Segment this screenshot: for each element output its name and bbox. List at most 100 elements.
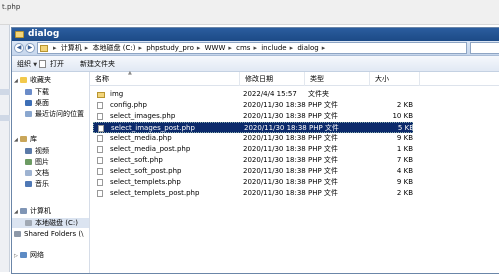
file-row[interactable]: config.php 2020/11/30 18:38 PHP 文件 2 KB	[93, 100, 413, 111]
php-file-icon	[97, 135, 103, 142]
nav-videos[interactable]: 视频	[25, 146, 49, 156]
chevron-right-icon[interactable]: ▸	[197, 44, 201, 52]
file-name: select_templets_post.php	[110, 189, 200, 197]
folder-icon	[15, 31, 24, 38]
chevron-right-icon[interactable]: ▸	[138, 44, 142, 52]
file-modified: 2020/11/30 18:38	[243, 189, 306, 197]
address-field[interactable]: ▸ 计算机 ▸ 本地磁盘 (C:) ▸ phpstudy_pro ▸ WWW ▸ cms…	[37, 42, 467, 54]
nav-label: 视频	[35, 147, 49, 155]
nav-shared-folders[interactable]: Shared Folders (\	[14, 229, 83, 239]
chevron-right-icon[interactable]: ▸	[290, 44, 294, 52]
nav-libraries[interactable]: ◢ 库	[14, 134, 37, 144]
crumb-www[interactable]: WWW	[205, 44, 226, 52]
file-size: 7 KB	[396, 156, 413, 164]
forward-icon[interactable]: ▶	[25, 43, 35, 53]
nav-documents[interactable]: 文档	[25, 168, 49, 178]
nav-label: Shared Folders (\	[24, 230, 84, 238]
nav-label: 计算机	[30, 207, 51, 215]
background-window-left	[0, 25, 10, 272]
computer-icon	[20, 208, 27, 214]
file-type: PHP 文件	[308, 178, 338, 186]
php-file-icon	[97, 190, 103, 197]
file-type: 文件夹	[308, 90, 329, 98]
file-type: PHP 文件	[308, 145, 338, 153]
file-size: 4 KB	[396, 167, 413, 175]
chevron-right-icon[interactable]: ▸	[228, 44, 232, 52]
column-header: ▲ 名称 修改日期 类型 大小	[90, 70, 499, 86]
crumb-local-disk[interactable]: 本地磁盘 (C:)	[93, 44, 136, 52]
file-row[interactable]: select_media_post.php 2020/11/30 18:38 PHP…	[93, 144, 413, 155]
file-type: PHP 文件	[308, 112, 338, 120]
crumb-phpstudy[interactable]: phpstudy_pro	[146, 44, 194, 52]
column-type[interactable]: 类型	[305, 72, 370, 86]
file-type: PHP 文件	[308, 167, 338, 175]
document-icon	[25, 170, 32, 176]
background-window-top: t.php	[0, 0, 499, 25]
file-type: PHP 文件	[308, 101, 338, 109]
nav-local-disk[interactable]: 本地磁盘 (C:)	[12, 218, 89, 228]
title-bar[interactable]: dialog	[12, 28, 499, 41]
nav-label: 最近访问的位置	[35, 110, 84, 118]
nav-music[interactable]: 音乐	[25, 179, 49, 189]
chevron-right-icon: ▸	[53, 44, 57, 52]
file-row[interactable]: select_soft.php 2020/11/30 18:38 PHP 文件 7 K…	[93, 155, 413, 166]
crumb-computer[interactable]: 计算机	[61, 44, 82, 52]
column-name[interactable]: 名称	[90, 72, 240, 86]
toolbar: 组织 ▼ 打开 新建文件夹	[12, 56, 499, 72]
download-icon	[25, 89, 32, 95]
breadcrumb: ▸ 计算机 ▸ 本地磁盘 (C:) ▸ phpstudy_pro ▸ WWW ▸ cms…	[51, 44, 327, 53]
nav-favorites[interactable]: ◢ 收藏夹	[14, 75, 51, 85]
nav-computer[interactable]: ◢ 计算机	[14, 206, 51, 216]
nav-label: 下载	[35, 88, 49, 96]
file-name: select_images.php	[110, 112, 176, 120]
column-size[interactable]: 大小	[370, 72, 420, 86]
background-title-fragment: t.php	[2, 3, 21, 11]
back-icon[interactable]: ◀	[14, 43, 24, 53]
file-row[interactable]: select_media.php 2020/11/30 18:38 PHP 文件 9 …	[93, 133, 413, 144]
nav-label: 图片	[35, 158, 49, 166]
picture-icon	[25, 159, 32, 165]
drive-icon	[25, 220, 32, 226]
php-file-icon	[97, 179, 103, 186]
chevron-right-icon[interactable]: ▸	[322, 44, 326, 52]
column-modified[interactable]: 修改日期	[240, 72, 305, 86]
nav-label: 文档	[35, 169, 49, 177]
recent-places-icon	[25, 111, 32, 117]
nav-downloads[interactable]: 下载	[25, 87, 49, 97]
network-icon	[20, 252, 27, 258]
file-row[interactable]: select_templets.php 2020/11/30 18:38 PHP 文…	[93, 177, 413, 188]
nav-desktop[interactable]: 桌面	[25, 98, 49, 108]
chevron-right-icon[interactable]: ▸	[253, 44, 257, 52]
search-box[interactable]	[470, 42, 499, 54]
nav-label: 收藏夹	[30, 76, 51, 84]
crumb-dialog[interactable]: dialog	[297, 44, 318, 52]
nav-recent[interactable]: 最近访问的位置	[25, 109, 84, 119]
file-row[interactable]: select_images.php 2020/11/30 18:38 PHP 文件 1…	[93, 111, 413, 122]
file-dialog: dialog ◀ ▶ ▸ 计算机 ▸ 本地磁盘 (C:) ▸ phpstudy_pr…	[11, 27, 499, 274]
file-name: select_media_post.php	[110, 145, 191, 153]
php-file-icon	[97, 146, 103, 153]
nav-network[interactable]: ▷ 网络	[14, 250, 44, 260]
library-icon	[20, 136, 27, 142]
window-title: dialog	[28, 29, 60, 39]
crumb-cms[interactable]: cms	[236, 44, 250, 52]
music-icon	[25, 181, 32, 187]
nav-pictures[interactable]: 图片	[25, 157, 49, 167]
file-modified: 2020/11/30 18:38	[243, 134, 306, 142]
organize-button[interactable]: 组织 ▼	[17, 56, 37, 73]
file-type: PHP 文件	[308, 189, 338, 197]
desktop-icon	[25, 100, 32, 106]
file-size: 2 KB	[396, 101, 413, 109]
php-file-icon	[98, 125, 104, 132]
file-size: 10 KB	[392, 112, 413, 120]
crumb-include[interactable]: include	[261, 44, 286, 52]
file-name: select_templets.php	[110, 178, 181, 186]
file-name: img	[110, 90, 124, 98]
file-row[interactable]: select_templets_post.php 2020/11/30 18:38…	[93, 188, 413, 199]
chevron-right-icon[interactable]: ▸	[85, 44, 89, 52]
new-folder-button[interactable]: 新建文件夹	[80, 56, 115, 72]
file-row[interactable]: select_images_post.php 2020/11/30 18:38 PH…	[93, 122, 414, 133]
file-row[interactable]: select_soft_post.php 2020/11/30 18:38 PHP …	[93, 166, 413, 177]
open-button[interactable]: 打开	[50, 56, 64, 72]
file-row[interactable]: img 2022/4/4 15:57 文件夹	[93, 89, 413, 100]
